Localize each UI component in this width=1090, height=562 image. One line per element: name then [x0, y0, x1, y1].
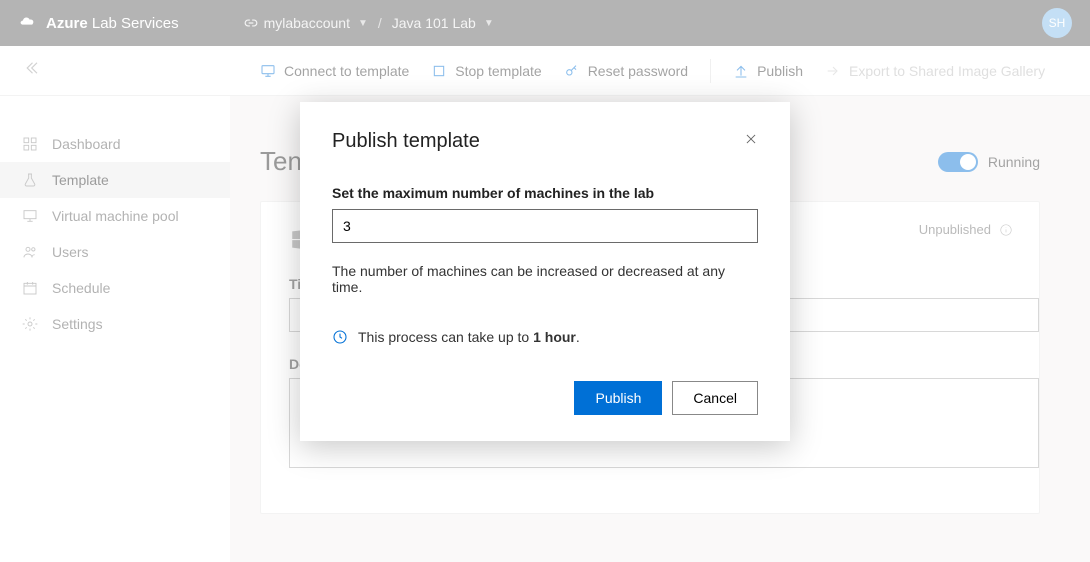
publish-confirm-button[interactable]: Publish	[574, 381, 662, 415]
duration-info-text: This process can take up to 1 hour.	[358, 329, 580, 345]
modal-actions: Publish Cancel	[332, 381, 758, 415]
duration-info: This process can take up to 1 hour.	[332, 329, 758, 345]
machine-count-help: The number of machines can be increased …	[332, 263, 758, 295]
modal-title: Publish template	[332, 130, 480, 153]
close-icon[interactable]	[744, 132, 758, 151]
modal-header: Publish template	[332, 130, 758, 153]
cancel-button[interactable]: Cancel	[672, 381, 758, 415]
publish-template-dialog: Publish template Set the maximum number …	[300, 102, 790, 441]
machine-count-input[interactable]	[332, 209, 758, 243]
machine-count-label: Set the maximum number of machines in th…	[332, 185, 758, 201]
clock-icon	[332, 329, 348, 345]
